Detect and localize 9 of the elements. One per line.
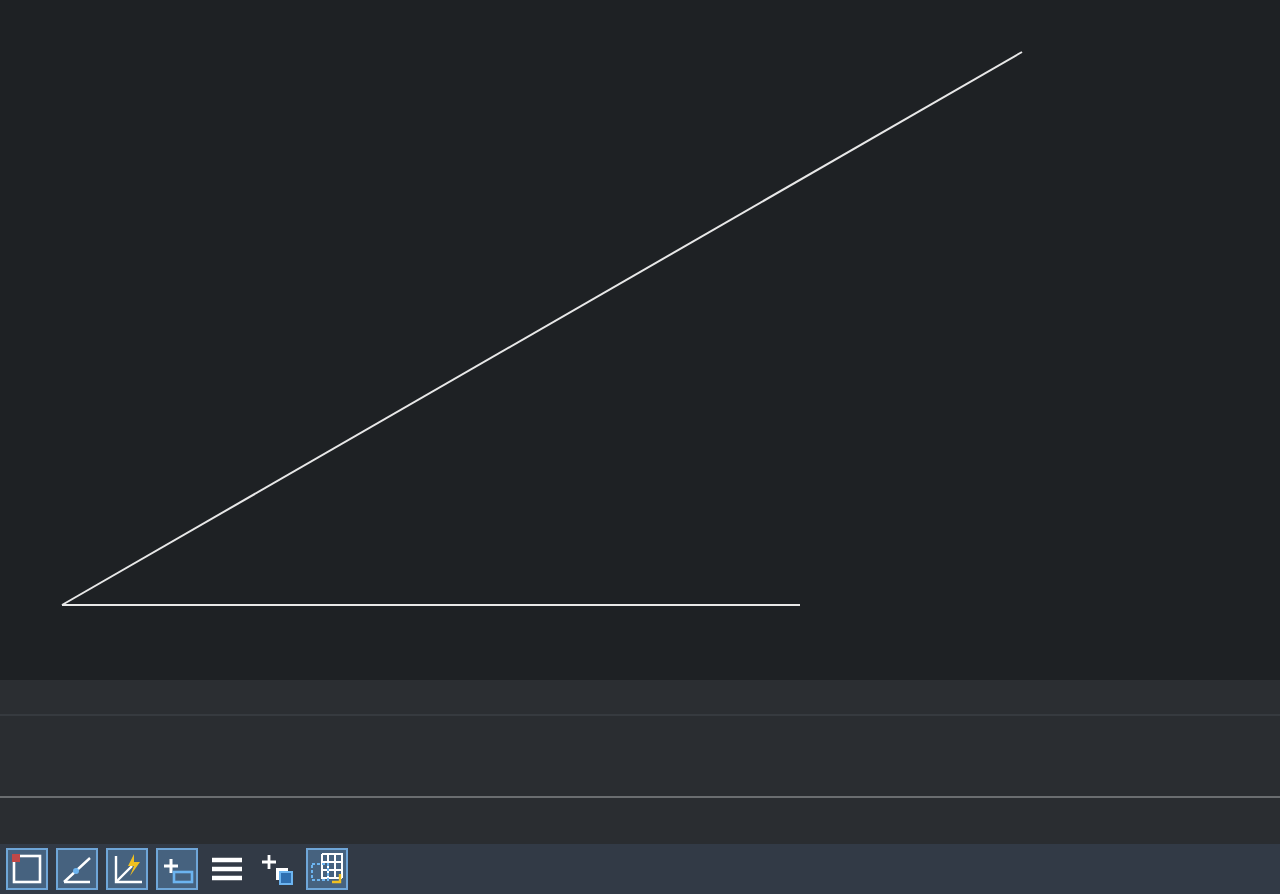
toolbar-button[interactable] <box>6 848 48 890</box>
stacked-squares-icon <box>258 850 296 888</box>
grid-selection-icon <box>308 850 346 888</box>
command-line-field[interactable] <box>0 798 1280 844</box>
toolbar-button[interactable] <box>56 848 98 890</box>
toolbar-button[interactable] <box>156 848 198 890</box>
grid-icon <box>8 850 46 888</box>
toolbar-button[interactable] <box>106 848 148 890</box>
toolbar-button[interactable] <box>306 848 348 890</box>
